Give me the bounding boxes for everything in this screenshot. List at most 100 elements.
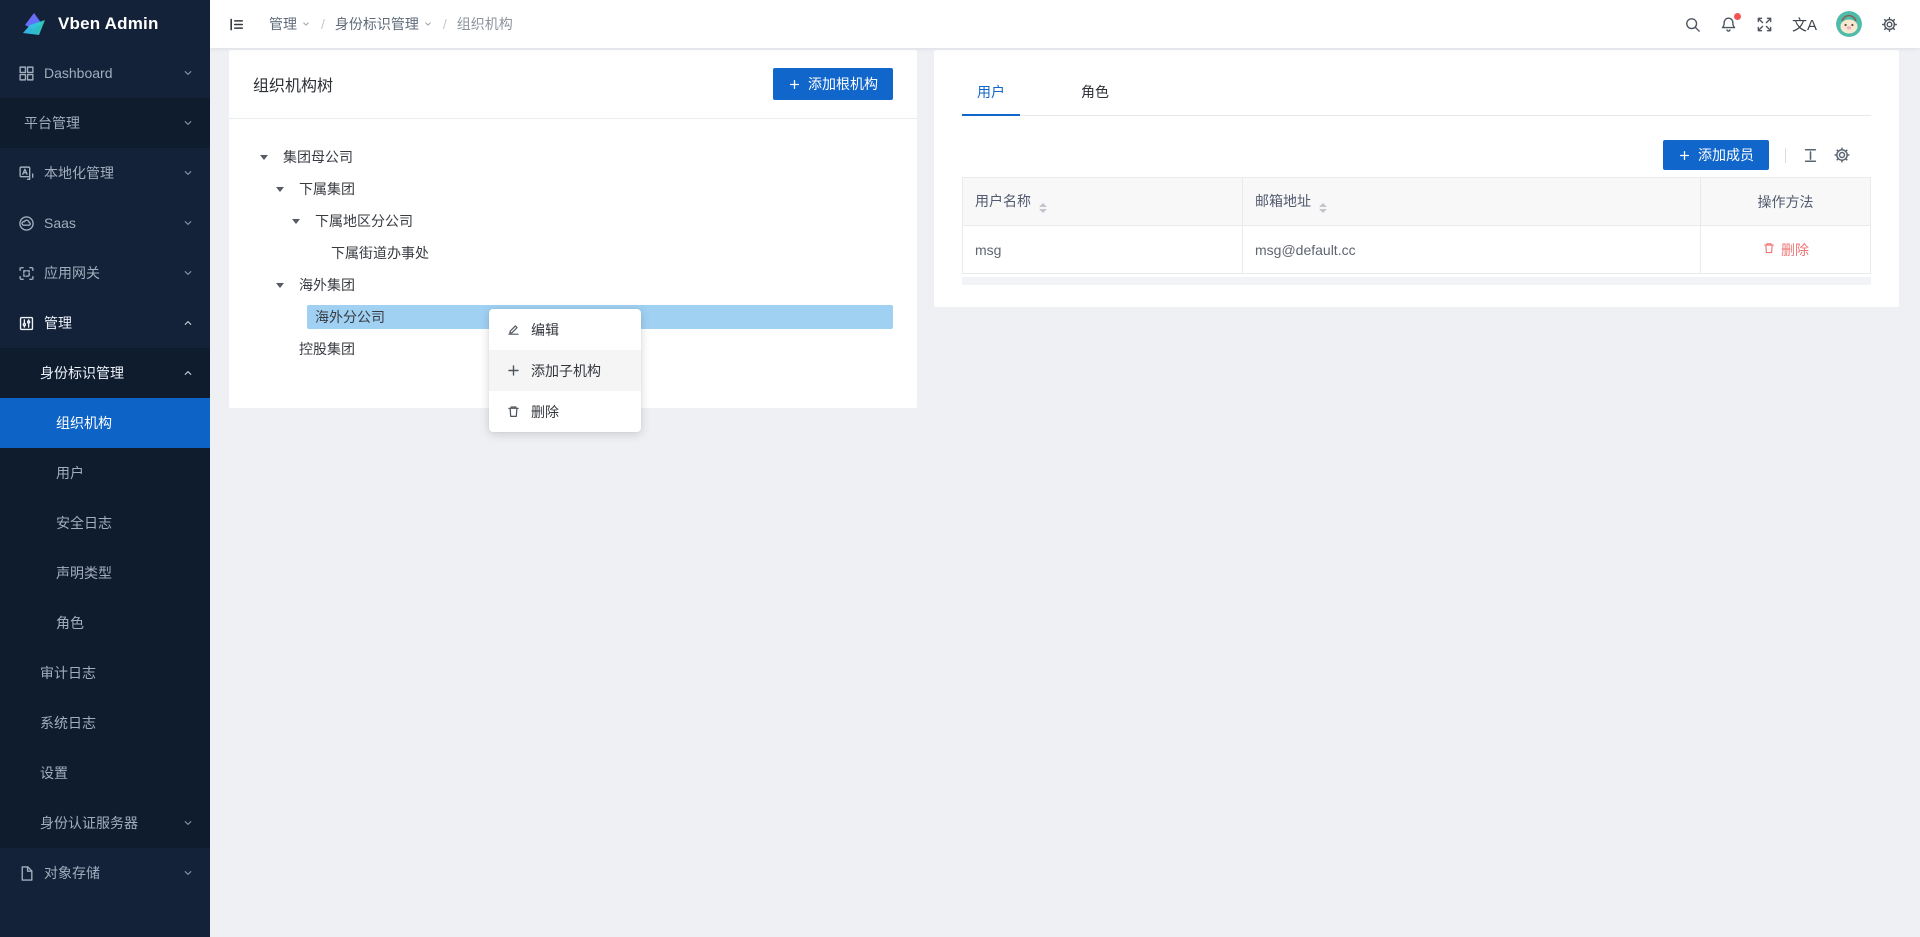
breadcrumb-item-label: 组织机构: [457, 14, 513, 34]
sidebar-item-Saas[interactable]: Saas: [0, 198, 210, 248]
app-logo[interactable]: Vben Admin: [0, 0, 210, 48]
caret-down-icon: [292, 219, 300, 224]
toolbar-divider: [1785, 148, 1786, 163]
tree-node-label[interactable]: 下属街道办事处: [323, 241, 893, 265]
breadcrumb-item: 组织机构: [457, 14, 513, 34]
chevron-down-icon: [182, 67, 194, 79]
add-member-label: 添加成员: [1698, 145, 1754, 165]
sidebar-item-管理[interactable]: 管理: [0, 298, 210, 348]
sidebar-menu: Dashboard 平台管理本地化管理Saas 应用网关管理身份标识管理组织机构用户…: [0, 48, 210, 898]
sidebar-item-label: 应用网关: [44, 263, 100, 283]
sidebar-item-本地化管理[interactable]: 本地化管理: [0, 148, 210, 198]
sort-icon[interactable]: [1319, 203, 1327, 213]
chevron-down-icon: [182, 167, 194, 179]
breadcrumb-item[interactable]: 身份标识管理: [335, 14, 433, 34]
topbar-actions: 文A: [1684, 11, 1920, 37]
tree-node-label[interactable]: 下属地区分公司: [307, 209, 893, 233]
settings-gear-icon[interactable]: [1881, 16, 1898, 33]
context-menu-item-edit[interactable]: 编辑: [489, 309, 641, 350]
avatar[interactable]: [1836, 11, 1862, 37]
sidebar-item-安全日志[interactable]: 安全日志: [0, 498, 210, 548]
tree-caret-icon[interactable]: [269, 283, 291, 288]
chevron-down-icon: [423, 19, 433, 29]
sidebar-item-身份标识管理[interactable]: 身份标识管理: [0, 348, 210, 398]
tree-node-label[interactable]: 海外集团: [291, 273, 893, 297]
sidebar-item-label: 用户: [56, 463, 84, 483]
sort-asc-icon: [1319, 203, 1327, 207]
table-header-row: 用户名称邮箱地址操作方法: [963, 178, 1871, 226]
table-row: msgmsg@default.cc删除: [963, 226, 1871, 274]
sidebar-item-应用网关[interactable]: 应用网关: [0, 248, 210, 298]
management-icon: [18, 315, 35, 332]
table-body: msgmsg@default.cc删除: [963, 226, 1871, 274]
tree-node[interactable]: 海外集团: [229, 269, 893, 301]
tab-users[interactable]: 用户: [962, 72, 1020, 115]
plus-icon: [506, 363, 521, 378]
collapse-sidebar-icon[interactable]: [228, 16, 245, 33]
sidebar-item-审计日志[interactable]: 审计日志: [0, 648, 210, 698]
locale-icon[interactable]: 文A: [1792, 14, 1817, 35]
chevron-down-icon: [301, 19, 311, 29]
tree-node[interactable]: 集团母公司: [229, 141, 893, 173]
column-header-1[interactable]: 用户名称: [963, 178, 1243, 226]
tree-caret-icon[interactable]: [253, 155, 275, 160]
sidebar-item-平台管理[interactable]: 平台管理: [0, 98, 210, 148]
add-root-org-button[interactable]: 添加根机构: [773, 68, 893, 100]
sidebar-item-身份认证服务器[interactable]: 身份认证服务器: [0, 798, 210, 848]
tab-roles[interactable]: 角色: [1066, 72, 1124, 115]
context-menu-item-trash[interactable]: 删除: [489, 391, 641, 432]
sidebar-item-label: 组织机构: [56, 413, 112, 433]
chevron-down-icon: [182, 267, 194, 279]
context-menu-item-label: 添加子机构: [531, 361, 601, 381]
sort-icon[interactable]: [1039, 203, 1047, 213]
cell-email: msg@default.cc: [1243, 226, 1701, 274]
chevron-down-icon: [182, 867, 194, 879]
delete-action[interactable]: 删除: [1762, 240, 1809, 260]
storage-icon: [18, 865, 35, 882]
members-toolbar: 添加成员: [962, 140, 1871, 170]
sidebar-item-label: 平台管理: [24, 113, 80, 133]
sidebar-item-用户[interactable]: 用户: [0, 448, 210, 498]
row-height-icon[interactable]: [1802, 147, 1819, 164]
caret-down-icon: [276, 283, 284, 288]
sidebar-item-Dashboard[interactable]: Dashboard: [0, 48, 210, 98]
tab-bar: 用户 角色: [962, 72, 1871, 116]
fullscreen-icon[interactable]: [1756, 16, 1773, 33]
tree-node-label[interactable]: 集团母公司: [275, 145, 893, 169]
tree-node[interactable]: 下属街道办事处: [229, 237, 893, 269]
app-title: Vben Admin: [58, 14, 159, 34]
breadcrumb: 管理/身份标识管理/组织机构: [269, 14, 513, 34]
sidebar-item-声明类型[interactable]: 声明类型: [0, 548, 210, 598]
breadcrumb-item-label: 身份标识管理: [335, 14, 419, 34]
tree-caret-icon[interactable]: [269, 187, 291, 192]
tree-node-label[interactable]: 下属集团: [291, 177, 893, 201]
sidebar-item-角色[interactable]: 角色: [0, 598, 210, 648]
tree-caret-icon[interactable]: [285, 219, 307, 224]
sidebar-item-label: 设置: [40, 763, 68, 783]
saas-icon: [18, 215, 35, 232]
sidebar-item-对象存储[interactable]: 对象存储: [0, 848, 210, 898]
column-header-3: 操作方法: [1701, 178, 1871, 226]
breadcrumb-item[interactable]: 管理: [269, 14, 311, 34]
search-icon[interactable]: [1684, 16, 1701, 33]
tree-node[interactable]: 下属地区分公司: [229, 205, 893, 237]
sidebar-item-label: 安全日志: [56, 513, 112, 533]
sidebar-item-label: 系统日志: [40, 713, 96, 733]
breadcrumb-separator: /: [321, 16, 325, 32]
notification-bell-icon[interactable]: [1720, 16, 1737, 33]
sidebar-item-label: 身份认证服务器: [40, 813, 138, 833]
context-menu-item-plus[interactable]: 添加子机构: [489, 350, 641, 391]
context-menu-item-label: 删除: [531, 402, 559, 422]
sidebar-item-设置[interactable]: 设置: [0, 748, 210, 798]
sidebar: Vben Admin Dashboard平台管理本地化管理Saas应用网关管理身…: [0, 0, 210, 937]
caret-down-icon: [276, 187, 284, 192]
localization-icon: [18, 165, 35, 182]
locale-glyph: 文A: [1792, 14, 1817, 35]
column-settings-icon[interactable]: [1833, 146, 1851, 164]
sidebar-item-系统日志[interactable]: 系统日志: [0, 698, 210, 748]
sidebar-item-组织机构[interactable]: 组织机构: [0, 398, 210, 448]
add-member-button[interactable]: 添加成员: [1663, 140, 1769, 170]
tree-node[interactable]: 下属集团: [229, 173, 893, 205]
column-header-2[interactable]: 邮箱地址: [1243, 178, 1701, 226]
plus-icon: [788, 78, 801, 91]
